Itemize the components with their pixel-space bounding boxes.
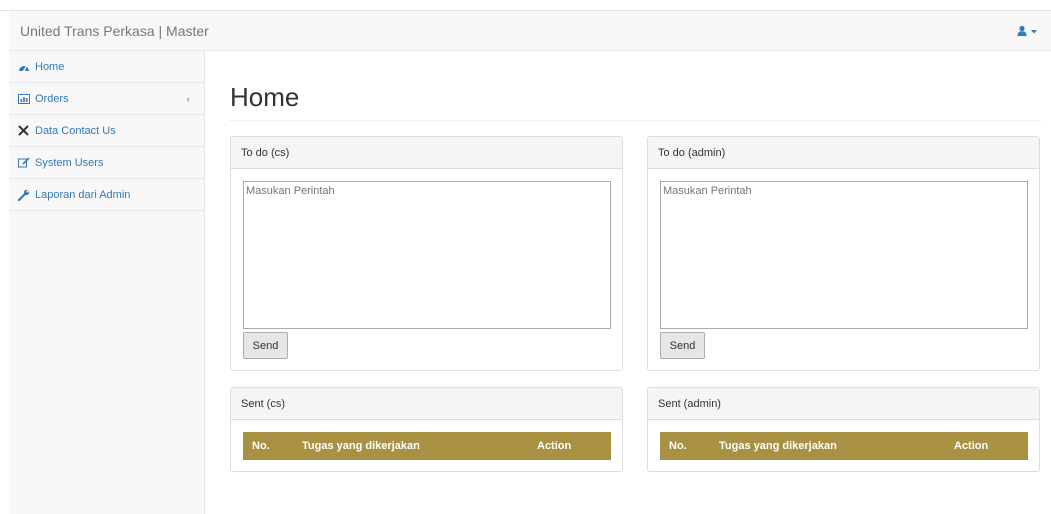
- column-header-task: Tugas yang dikerjakan: [719, 440, 837, 452]
- sidebar-item-system-users[interactable]: System Users: [9, 147, 204, 179]
- caret-down-icon: [1031, 30, 1037, 34]
- todo-admin-send-button[interactable]: Send: [660, 332, 705, 359]
- todo-admin-heading: To do (admin): [648, 137, 1039, 169]
- column-header-action: Action: [537, 440, 572, 452]
- page-title: Home: [230, 82, 300, 112]
- sidebar-item-laporan-dari-admin[interactable]: Laporan dari Admin: [9, 179, 204, 211]
- user-menu-dropdown[interactable]: [1017, 25, 1039, 37]
- sent-admin-panel: Sent (admin) No. Tugas yang dikerjakan A…: [647, 387, 1040, 472]
- sidebar-item-orders[interactable]: Orders ‹: [9, 83, 204, 115]
- bar-chart-icon: [17, 92, 30, 105]
- column-header-no: No.: [252, 440, 270, 452]
- sidebar-item-label: Laporan dari Admin: [35, 188, 131, 201]
- sidebar-item-label: Home: [35, 60, 65, 73]
- sidebar-item-label: Orders: [35, 92, 69, 105]
- sidebar-item-data-contact-us[interactable]: Data Contact Us: [9, 115, 204, 147]
- column-header-no: No.: [669, 440, 687, 452]
- column-header-task: Tugas yang dikerjakan: [302, 440, 420, 452]
- tools-icon: [17, 124, 30, 137]
- todo-cs-input[interactable]: [243, 181, 611, 329]
- todo-cs-panel: To do (cs) Send: [230, 136, 623, 371]
- sent-cs-heading: Sent (cs): [231, 388, 622, 420]
- sidebar-item-label: Data Contact Us: [35, 124, 116, 137]
- edit-icon: [17, 156, 30, 169]
- todo-cs-heading: To do (cs): [231, 137, 622, 169]
- todo-admin-panel: To do (admin) Send: [647, 136, 1040, 371]
- navbar: United Trans Perkasa | Master: [9, 11, 1051, 51]
- chevron-left-icon[interactable]: ‹: [187, 94, 190, 105]
- column-header-action: Action: [954, 440, 989, 452]
- sidebar-item-label: System Users: [35, 156, 104, 169]
- title-divider: [230, 120, 1041, 121]
- todo-cs-send-button[interactable]: Send: [243, 332, 288, 359]
- sent-cs-table-header: No. Tugas yang dikerjakan Action: [243, 432, 611, 460]
- dashboard-icon: [17, 60, 30, 73]
- sent-admin-table-header: No. Tugas yang dikerjakan Action: [660, 432, 1028, 460]
- user-icon: [1017, 25, 1037, 36]
- wrench-icon: [17, 188, 30, 201]
- sidebar: Home Orders ‹ Data Contact Us System Use…: [9, 51, 205, 514]
- sent-admin-heading: Sent (admin): [648, 388, 1039, 420]
- brand-title[interactable]: United Trans Perkasa | Master: [20, 23, 209, 39]
- sidebar-item-home[interactable]: Home: [9, 51, 204, 83]
- todo-admin-input[interactable]: [660, 181, 1028, 329]
- sent-cs-panel: Sent (cs) No. Tugas yang dikerjakan Acti…: [230, 387, 623, 472]
